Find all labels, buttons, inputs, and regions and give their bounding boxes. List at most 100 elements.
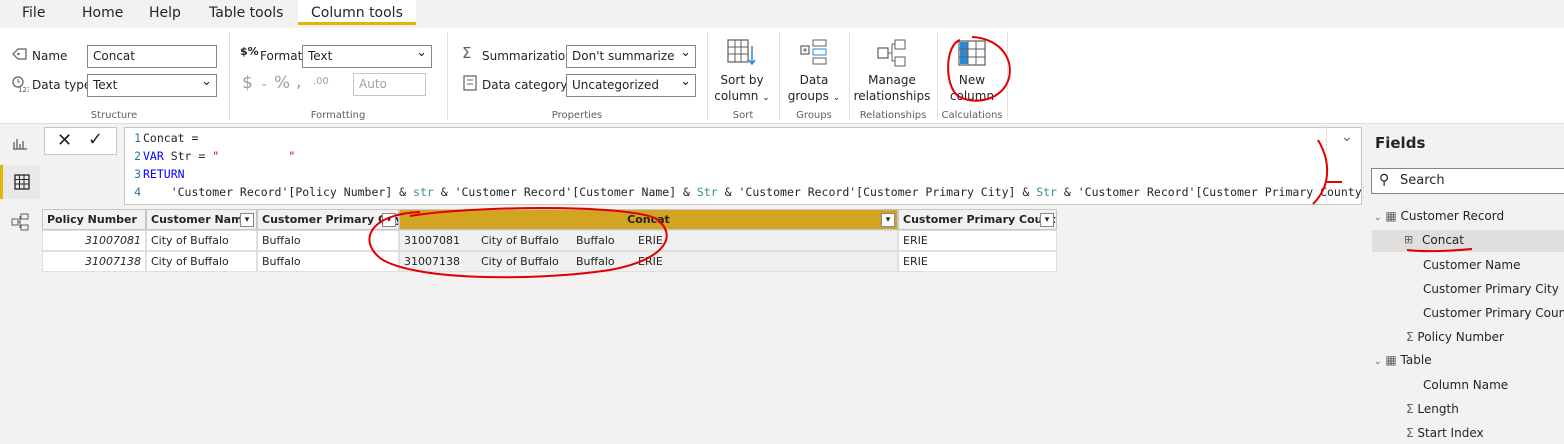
separator bbox=[447, 32, 448, 120]
formula-editor[interactable]: 1 Concat = 2 VAR Str = " " 3 RETURN 4 'Cust… bbox=[124, 127, 1369, 205]
filter-dropdown-icon[interactable]: ▾ bbox=[240, 213, 254, 227]
fields-search-input[interactable]: ⚲ Search bbox=[1371, 168, 1564, 194]
column-header-customer-name[interactable]: Customer Name ▾ bbox=[146, 209, 257, 230]
column-header-policy-number[interactable]: Policy Number bbox=[42, 209, 146, 230]
sort-group-label: Sort bbox=[732, 110, 754, 121]
summarization-label: Summarization bbox=[482, 49, 573, 63]
table-cell: City of Buffalo bbox=[146, 230, 257, 251]
chevron-down-icon: ⌄ bbox=[762, 93, 770, 103]
field-table-table[interactable]: ⌄ ▦ Table bbox=[1374, 353, 1432, 367]
table-cell: City of Buffalo bbox=[146, 251, 257, 272]
column-header-customer-primary-city[interactable]: Customer Primary City ▾ bbox=[257, 209, 399, 230]
format-dropdown[interactable]: Text bbox=[302, 45, 432, 68]
sort-by-column-button[interactable]: Sort by column ⌄ bbox=[712, 38, 772, 106]
chevron-down-icon[interactable]: ⌄ bbox=[1341, 129, 1353, 145]
table-cell: 31007081 bbox=[42, 230, 146, 251]
field-concat[interactable]: ⊞ Concat bbox=[1372, 230, 1564, 252]
sort-label-line2: column bbox=[714, 89, 759, 103]
separator bbox=[707, 32, 708, 120]
commit-formula-button[interactable]: ✓ bbox=[88, 129, 103, 150]
relationships-label-line2: relationships bbox=[853, 89, 931, 103]
chevron-down-icon: ⌄ bbox=[1374, 213, 1382, 223]
new-column-label-line2: column bbox=[949, 89, 995, 103]
cancel-formula-button[interactable]: ✕ bbox=[57, 130, 72, 151]
relationships-icon bbox=[877, 39, 906, 67]
field-customer-primary-county[interactable]: Customer Primary County bbox=[1423, 306, 1564, 320]
tab-help[interactable]: Help bbox=[149, 5, 181, 21]
fields-pane: Fields ⚲ Search ⌄ ▦ Customer Record ⊞ Co… bbox=[1364, 126, 1564, 444]
data-category-label: Data category bbox=[482, 78, 568, 92]
tab-file[interactable]: File bbox=[22, 5, 45, 21]
datatype-dropdown[interactable]: Text bbox=[87, 74, 217, 97]
sigma-icon: Σ bbox=[1406, 402, 1414, 416]
tab-column-tools[interactable]: Column tools bbox=[298, 0, 416, 25]
column-header-concat[interactable]: Concat ▾ bbox=[399, 209, 898, 230]
field-column-name[interactable]: Column Name bbox=[1423, 378, 1508, 392]
separator bbox=[849, 32, 850, 120]
sort-icon bbox=[727, 39, 756, 66]
formula-line: 2 VAR Str = " " bbox=[134, 149, 296, 163]
separator bbox=[937, 32, 938, 120]
summarization-dropdown[interactable]: Don't summarize bbox=[566, 45, 696, 68]
filter-dropdown-icon[interactable]: ▾ bbox=[881, 213, 895, 227]
data-groups-button[interactable]: Data groups ⌄ bbox=[784, 38, 844, 106]
relationships-label-line1: Manage bbox=[868, 73, 916, 87]
new-column-button[interactable]: New column bbox=[942, 38, 1002, 104]
decimal-places-input[interactable]: Auto bbox=[353, 73, 426, 96]
column-header-customer-primary-county[interactable]: Customer Primary County ▾ bbox=[898, 209, 1057, 230]
table-cell: 31007138 bbox=[42, 251, 146, 272]
model-icon bbox=[11, 213, 29, 231]
manage-relationships-button[interactable]: Manage relationships bbox=[853, 38, 931, 104]
filter-dropdown-icon[interactable]: ▾ bbox=[1040, 213, 1054, 227]
separator bbox=[229, 32, 230, 120]
model-view-button[interactable] bbox=[0, 205, 40, 239]
new-column-label-line1: New bbox=[958, 73, 986, 87]
table-cell: ERIE bbox=[898, 251, 1057, 272]
table-cell: Buffalo bbox=[257, 230, 399, 251]
tab-home[interactable]: Home bbox=[82, 5, 123, 21]
search-icon: ⚲ bbox=[1379, 172, 1390, 188]
data-category-icon bbox=[463, 75, 477, 95]
sigma-icon: Σ bbox=[1406, 426, 1414, 440]
field-policy-number[interactable]: Σ Policy Number bbox=[1406, 330, 1504, 344]
ribbon: Name Concat 123 Data type Text Structure… bbox=[0, 28, 1564, 124]
formula-line: 1 Concat = bbox=[134, 131, 199, 145]
field-customer-primary-city[interactable]: Customer Primary City bbox=[1423, 282, 1559, 296]
svg-text:123: 123 bbox=[18, 86, 29, 93]
sigma-icon: Σ bbox=[462, 44, 472, 62]
format-icon: $% bbox=[240, 45, 259, 58]
table-icon: ▦ bbox=[1385, 209, 1397, 223]
chevron-down-icon: ⌄ bbox=[832, 93, 841, 103]
decimals-button[interactable]: .00 bbox=[313, 76, 329, 87]
field-start-index[interactable]: Σ Start Index bbox=[1406, 426, 1484, 440]
fields-title: Fields bbox=[1375, 134, 1426, 152]
separator bbox=[1007, 32, 1008, 120]
comma-button[interactable]: , bbox=[296, 72, 301, 92]
name-input[interactable]: Concat bbox=[87, 45, 217, 68]
new-column-icon bbox=[958, 40, 986, 66]
bar-chart-icon bbox=[13, 139, 27, 150]
ribbon-tabs: File Home Help Table tools Column tools bbox=[0, 0, 1564, 28]
data-view-button[interactable] bbox=[0, 165, 40, 199]
data-category-dropdown[interactable]: Uncategorized bbox=[566, 74, 696, 97]
formula-line: 4 'Customer Record'[Policy Number] & str… bbox=[134, 185, 1369, 199]
formula-actions: ✕ ✓ bbox=[44, 127, 117, 155]
groups-label-line1: Data bbox=[799, 73, 829, 87]
percent-button[interactable]: % bbox=[274, 73, 290, 93]
relationships-group-label: Relationships bbox=[859, 110, 927, 121]
groups-label-line2: groups bbox=[787, 89, 829, 103]
formula-line: 3 RETURN bbox=[134, 167, 185, 181]
field-table-customer-record[interactable]: ⌄ ▦ Customer Record bbox=[1374, 209, 1504, 223]
report-view-button[interactable] bbox=[0, 126, 40, 160]
field-length[interactable]: Σ Length bbox=[1406, 402, 1459, 416]
properties-group-label: Properties bbox=[551, 110, 603, 121]
filter-dropdown-icon[interactable]: ▾ bbox=[382, 213, 396, 227]
calculated-column-icon: ⊞ bbox=[1404, 233, 1414, 246]
name-label: Name bbox=[32, 49, 68, 63]
field-customer-name[interactable]: Customer Name bbox=[1423, 258, 1521, 272]
sigma-icon: Σ bbox=[1406, 330, 1414, 344]
tab-table-tools[interactable]: Table tools bbox=[209, 5, 283, 21]
currency-button[interactable]: $ bbox=[242, 73, 253, 93]
groups-group-label: Groups bbox=[796, 110, 832, 121]
data-groups-icon bbox=[800, 39, 827, 65]
